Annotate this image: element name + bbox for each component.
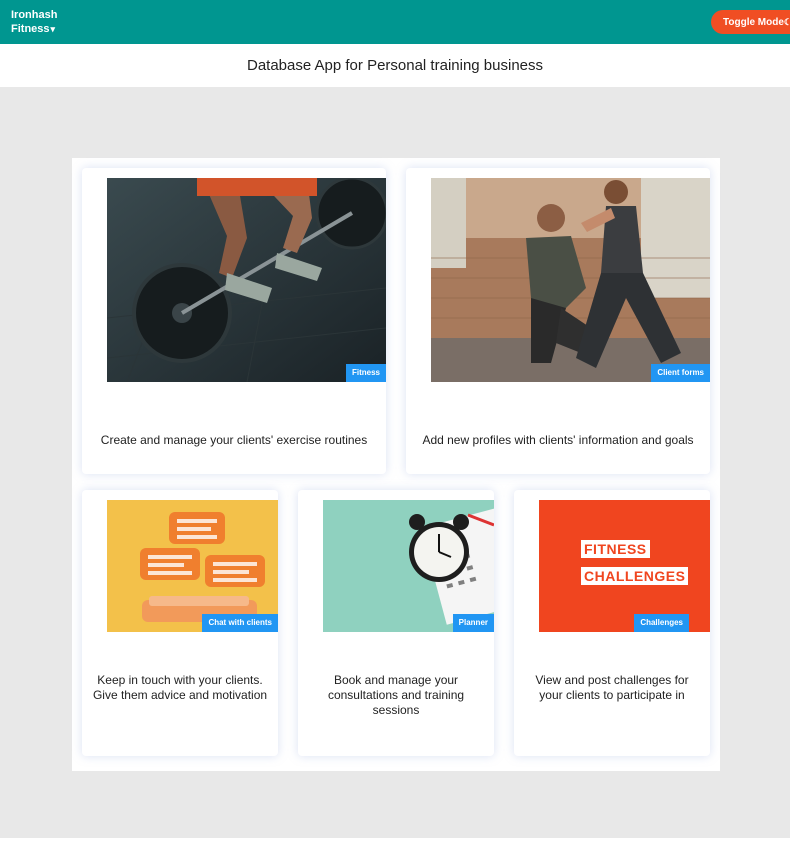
card-planner[interactable]: Planner Book and manage your consultatio…: [298, 490, 494, 756]
tag-challenges: Challenges: [634, 614, 689, 632]
moon-icon: ☾: [783, 17, 790, 27]
toggle-mode-button[interactable]: Toggle Mode☾: [711, 10, 790, 34]
card-challenges[interactable]: FITNESS CHALLENGES Challenges View and p…: [514, 490, 710, 756]
card-fitness[interactable]: Fitness Create and manage your clients' …: [82, 168, 386, 474]
card-image-challenges: FITNESS CHALLENGES: [539, 500, 710, 632]
tag-chat: Chat with clients: [202, 614, 278, 632]
card-chat[interactable]: Chat with clients Keep in touch with you…: [82, 490, 278, 756]
brand-menu[interactable]: Ironhash Fitness▾: [11, 8, 57, 36]
dropdown-caret-icon: ▾: [50, 24, 56, 34]
card-image-chat: [107, 500, 278, 632]
tag-client-forms: Client forms: [651, 364, 710, 382]
top-navbar: Ironhash Fitness▾ Toggle Mode☾: [0, 0, 790, 44]
brand-line1: Ironhash: [11, 9, 58, 21]
card-image-fitness: [107, 178, 386, 382]
cards-panel: Fitness Create and manage your clients' …: [72, 158, 720, 771]
card-description-client-forms: Add new profiles with clients' informati…: [422, 433, 694, 447]
tag-fitness: Fitness: [345, 364, 386, 382]
card-description-chat: Keep in touch with your clients. Give th…: [92, 673, 268, 702]
toggle-mode-label: Toggle Mode: [723, 17, 784, 28]
page-title: Database App for Personal training busin…: [246, 57, 543, 74]
challenges-image-line1: FITNESS: [581, 540, 650, 558]
card-client-forms[interactable]: Client forms Add new profiles with clien…: [406, 168, 710, 474]
footer-strip: [0, 838, 790, 842]
brand-line2: Fitness: [11, 23, 50, 35]
card-image-planner: [323, 500, 494, 632]
card-description-challenges: View and post challenges for your client…: [535, 673, 689, 702]
card-image-client-forms: [431, 178, 710, 382]
tag-planner: Planner: [452, 614, 494, 632]
card-description-fitness: Create and manage your clients' exercise…: [100, 433, 368, 447]
page-header: Database App for Personal training busin…: [0, 44, 790, 87]
card-description-planner: Book and manage your consultations and t…: [327, 673, 465, 717]
challenges-image-line2: CHALLENGES: [581, 567, 689, 585]
